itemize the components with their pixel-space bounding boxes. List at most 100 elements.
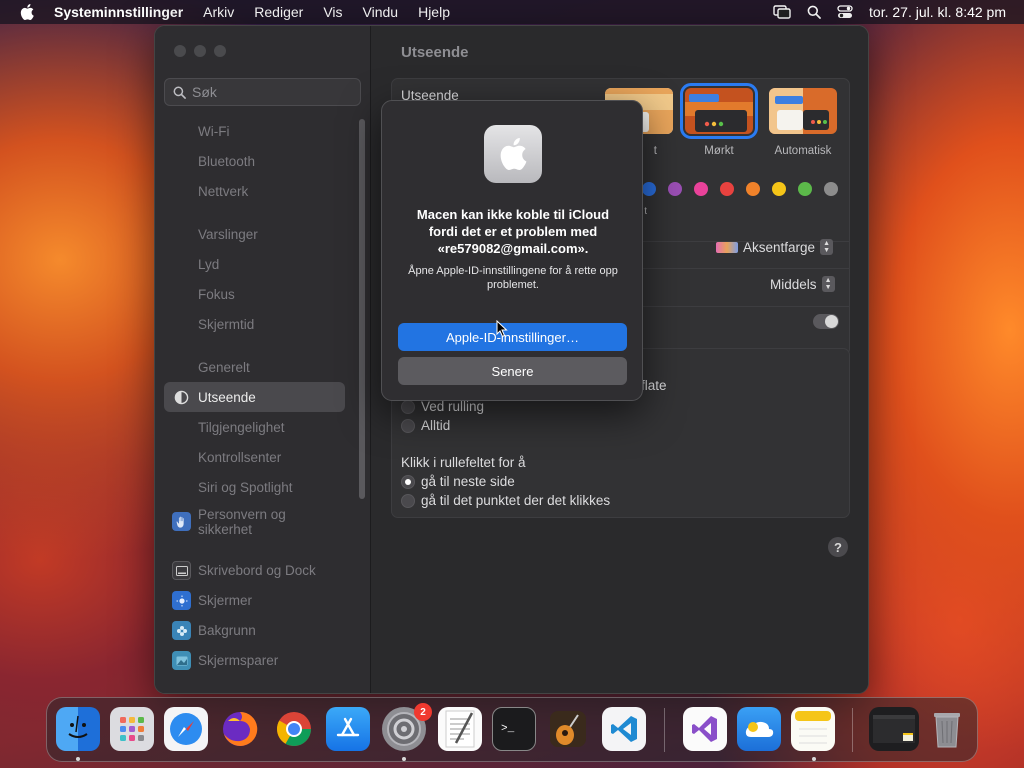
textedit-icon[interactable] bbox=[438, 707, 482, 751]
auto-mode-thumbnail[interactable] bbox=[769, 88, 837, 134]
menu-app-name[interactable]: Systeminnstillinger bbox=[54, 4, 183, 20]
chevron-updown-icon: ▲ ▼ bbox=[821, 276, 835, 292]
sidebar-item-screensaver[interactable]: Skjermsparer bbox=[164, 645, 345, 675]
sidebar-item-network[interactable]: Nettverk bbox=[164, 176, 345, 206]
launchpad-icon[interactable] bbox=[110, 707, 154, 751]
sidebar-item-focus[interactable]: Fokus bbox=[164, 279, 345, 309]
highlight-swatch bbox=[716, 241, 738, 253]
menu-vis[interactable]: Vis bbox=[323, 4, 342, 20]
menubar-clock[interactable]: tor. 27. jul. kl. 8:42 pm bbox=[869, 4, 1006, 20]
dock-separator bbox=[664, 708, 665, 752]
radio-clicked-spot[interactable]: gå til det punktet der det klikkes bbox=[401, 493, 610, 508]
sidebar-item-wallpaper[interactable]: Bakgrunn bbox=[164, 615, 345, 645]
wallpaper-tint-toggle[interactable] bbox=[813, 314, 839, 329]
app-store-icon[interactable] bbox=[326, 707, 370, 751]
accent-yellow[interactable] bbox=[772, 182, 786, 196]
accent-green[interactable] bbox=[798, 182, 812, 196]
later-button[interactable]: Senere bbox=[398, 357, 627, 385]
accent-graphite[interactable] bbox=[824, 182, 838, 196]
icon-size-popup[interactable]: Middels ▲ ▼ bbox=[770, 276, 835, 292]
sidebar-item-general[interactable]: Generelt bbox=[164, 352, 345, 382]
apple-id-settings-button[interactable]: Apple-ID-innstillinger… bbox=[398, 323, 627, 351]
close-button[interactable] bbox=[174, 45, 186, 57]
safari-icon[interactable] bbox=[164, 707, 208, 751]
sidebar-item-screen-time[interactable]: Skjermtid bbox=[164, 309, 345, 339]
sidebar-item-label: Skrivebord og Dock bbox=[198, 562, 316, 578]
menu-hjelp[interactable]: Hjelp bbox=[418, 4, 450, 20]
visual-studio-icon[interactable] bbox=[683, 707, 727, 751]
page-title: Utseende bbox=[401, 44, 469, 61]
mouse-cursor-icon bbox=[496, 319, 508, 343]
running-indicator bbox=[402, 757, 406, 761]
spotlight-search-icon[interactable] bbox=[807, 5, 821, 19]
radio-when-scrolling[interactable]: Ved rulling bbox=[401, 399, 484, 414]
radio-button bbox=[401, 399, 415, 414]
help-button[interactable]: ? bbox=[828, 537, 848, 557]
hand-icon bbox=[172, 512, 191, 531]
accent-pink[interactable] bbox=[694, 182, 708, 196]
search-field[interactable]: Søk bbox=[164, 78, 361, 106]
notes-icon[interactable] bbox=[791, 707, 835, 751]
terminal-icon[interactable]: >_ bbox=[492, 707, 536, 751]
highlight-color-popup[interactable]: Aksentfarge ▲ ▼ bbox=[716, 239, 834, 255]
accent-red[interactable] bbox=[720, 182, 734, 196]
screen-mirroring-icon[interactable] bbox=[773, 5, 791, 19]
sidebar-item-label: Skjermsparer bbox=[198, 652, 279, 668]
sidebar-item-label: Kontrollsenter bbox=[198, 449, 282, 465]
sidebar-item-accessibility[interactable]: Tilgjengelighet bbox=[164, 412, 345, 442]
sidebar-item-desktop-dock[interactable]: Skrivebord og Dock bbox=[164, 555, 345, 585]
system-settings-icon[interactable]: 2 bbox=[382, 703, 432, 751]
sidebar-item-label: Nettverk bbox=[198, 183, 249, 199]
sidebar-item-wifi[interactable]: Wi-Fi bbox=[164, 116, 345, 146]
radio-next-page[interactable]: gå til neste side bbox=[401, 474, 515, 489]
finder-icon[interactable] bbox=[56, 707, 100, 751]
icloud-icon[interactable] bbox=[737, 707, 781, 751]
scrollbars-partial-text: flate bbox=[641, 378, 667, 393]
radio-always[interactable]: Alltid bbox=[401, 418, 450, 433]
highlight-value: Aksentfarge bbox=[743, 239, 816, 255]
sidebar-item-privacy[interactable]: Personvern og sikkerhet bbox=[164, 504, 314, 540]
sidebar-scrollbar[interactable] bbox=[359, 119, 365, 499]
sidebar-item-displays[interactable]: Skjermer bbox=[164, 585, 345, 615]
radio-button bbox=[401, 418, 415, 433]
menu-rediger[interactable]: Rediger bbox=[254, 4, 303, 20]
sun-icon bbox=[172, 591, 191, 610]
sidebar-item-bluetooth[interactable]: Bluetooth bbox=[164, 146, 345, 176]
sidebar-item-label: Wi-Fi bbox=[198, 123, 230, 139]
sidebar-item-siri-spotlight[interactable]: Siri og Spotlight bbox=[164, 472, 345, 502]
screenshot-thumbnail[interactable] bbox=[869, 707, 919, 751]
auto-mode-caption: Automatisk bbox=[774, 145, 832, 157]
sidebar-item-label: Skjermer bbox=[198, 592, 253, 608]
radio-button-selected bbox=[401, 474, 415, 489]
dark-mode-thumbnail[interactable] bbox=[680, 83, 758, 139]
menu-bar: Systeminnstillinger Arkiv Rediger Vis Vi… bbox=[0, 0, 1024, 24]
screensaver-icon bbox=[172, 651, 191, 670]
firefox-icon[interactable] bbox=[218, 707, 262, 751]
sidebar-item-control-center[interactable]: Kontrollsenter bbox=[164, 442, 345, 472]
accent-blue[interactable] bbox=[642, 182, 656, 196]
zoom-button[interactable] bbox=[214, 45, 226, 57]
vscode-icon[interactable] bbox=[602, 707, 646, 751]
radio-label: Ved rulling bbox=[421, 399, 485, 414]
accent-purple[interactable] bbox=[668, 182, 682, 196]
dark-mode-caption: Mørkt bbox=[704, 145, 734, 157]
icon-size-value: Middels bbox=[770, 276, 817, 292]
svg-text:>_: >_ bbox=[501, 723, 515, 735]
garageband-icon[interactable] bbox=[546, 707, 590, 751]
apple-menu-icon[interactable] bbox=[0, 4, 54, 20]
sidebar-item-notifications[interactable]: Varslinger bbox=[164, 219, 345, 249]
minimize-button[interactable] bbox=[194, 45, 206, 57]
sidebar-item-sound[interactable]: Lyd bbox=[164, 249, 345, 279]
search-placeholder: Søk bbox=[192, 84, 217, 100]
sidebar-item-appearance[interactable]: Utseende bbox=[164, 382, 345, 412]
menu-vindu[interactable]: Vindu bbox=[363, 4, 399, 20]
control-center-icon[interactable] bbox=[837, 5, 853, 19]
sidebar-item-label: Lyd bbox=[198, 256, 220, 272]
menu-arkiv[interactable]: Arkiv bbox=[203, 4, 234, 20]
trash-icon[interactable] bbox=[925, 707, 969, 751]
accent-orange[interactable] bbox=[746, 182, 760, 196]
window-controls bbox=[174, 45, 226, 57]
flower-icon bbox=[172, 621, 191, 640]
chrome-icon[interactable] bbox=[272, 707, 316, 751]
radio-label: gå til det punktet der det klikkes bbox=[421, 493, 611, 508]
